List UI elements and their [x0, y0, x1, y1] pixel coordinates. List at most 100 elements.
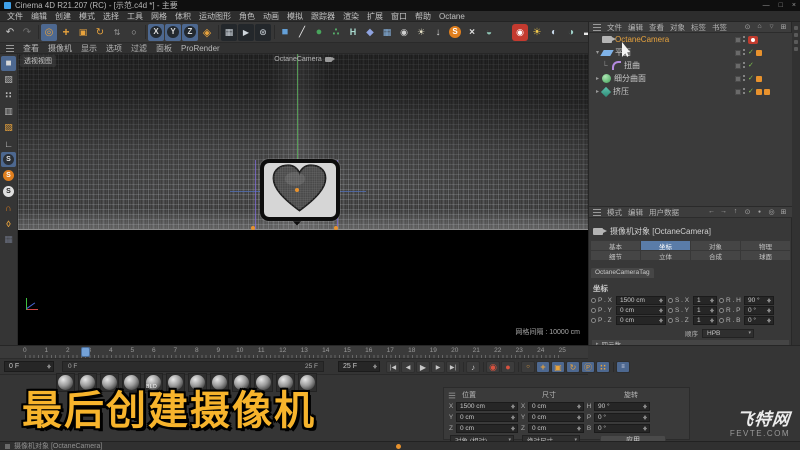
rotation-field[interactable]: 0 °: [594, 423, 650, 433]
keyframe-dot[interactable]: [668, 298, 673, 303]
add-joint-icon[interactable]: [345, 24, 361, 41]
layer-toggle[interactable]: [735, 36, 741, 43]
visibility-toggle[interactable]: [743, 35, 746, 44]
am-menu-item[interactable]: 编辑: [628, 207, 643, 218]
focus-icon[interactable]: [767, 208, 776, 216]
timeline-mode-icon[interactable]: [616, 361, 630, 373]
rotation-field[interactable]: 0 °: [744, 316, 774, 325]
menu-item[interactable]: 扩展: [363, 11, 387, 22]
menu-item[interactable]: 角色: [235, 11, 259, 22]
rotate-icon[interactable]: [92, 24, 108, 41]
phong-tag[interactable]: [755, 88, 762, 95]
add-light-icon[interactable]: [413, 24, 429, 41]
edge-mode-icon[interactable]: [1, 104, 16, 119]
play-sound-icon[interactable]: [466, 361, 480, 373]
heart-mesh-object[interactable]: [270, 163, 329, 214]
close-button[interactable]: ×: [792, 2, 796, 9]
key-pla-icon[interactable]: [596, 361, 610, 373]
menu-item[interactable]: Octane: [435, 12, 469, 21]
menu-item[interactable]: 窗口: [387, 11, 411, 22]
keyframe-dot[interactable]: [719, 308, 724, 313]
size-field[interactable]: 0 cm: [528, 401, 584, 411]
menu-item[interactable]: 文件: [3, 11, 27, 22]
enabled-check-icon[interactable]: [748, 75, 754, 83]
phong-tag[interactable]: [755, 49, 762, 56]
key-position-icon[interactable]: [536, 361, 550, 373]
texture-mode-icon[interactable]: [1, 72, 16, 87]
enabled-check-icon[interactable]: [748, 62, 754, 70]
panel-icon[interactable]: [779, 23, 788, 31]
key-parameter-icon[interactable]: [581, 361, 595, 373]
lock-icon[interactable]: [755, 208, 764, 216]
viewport-menu-item[interactable]: 选项: [106, 43, 122, 54]
tweak-mode-icon[interactable]: [109, 24, 125, 41]
visibility-toggle[interactable]: [743, 48, 746, 57]
octane-glossy-material-icon[interactable]: [563, 24, 579, 41]
right-dock-tabs[interactable]: [791, 22, 800, 345]
menu-item[interactable]: 帮助: [411, 11, 435, 22]
coord-system-icon[interactable]: [199, 24, 215, 41]
menu-item[interactable]: 工具: [123, 11, 147, 22]
keyframe-dot[interactable]: [668, 308, 673, 313]
keyframe-dot[interactable]: [591, 298, 596, 303]
lock-z-icon[interactable]: [182, 23, 198, 41]
render-settings-icon[interactable]: [255, 23, 271, 41]
enabled-check-icon[interactable]: [748, 49, 754, 57]
add-particle-icon[interactable]: [464, 24, 480, 41]
menu-item[interactable]: 体积: [171, 11, 195, 22]
keyframe-selection-icon[interactable]: [521, 361, 535, 373]
point-mode-icon[interactable]: [1, 88, 16, 103]
add-environment-icon[interactable]: [481, 24, 497, 41]
add-subdivision-icon[interactable]: [311, 24, 327, 41]
octane-camera-tag-button[interactable]: OctaneCameraTag: [591, 268, 654, 278]
rotation-order-select[interactable]: HPB: [702, 328, 754, 338]
hamburger-icon[interactable]: [6, 44, 14, 52]
search-icon[interactable]: [743, 23, 752, 31]
attribute-tab[interactable]: 细节: [591, 251, 640, 261]
redo-icon[interactable]: [19, 24, 35, 41]
scale-icon[interactable]: [75, 24, 91, 41]
add-camera-icon[interactable]: [396, 24, 412, 41]
visibility-toggle[interactable]: [743, 61, 746, 70]
rotation-field[interactable]: 0 °: [594, 412, 650, 422]
attribute-tab[interactable]: 合成: [691, 251, 740, 261]
hamburger-icon[interactable]: [448, 392, 456, 398]
position-field[interactable]: 0 cm: [616, 306, 666, 315]
prev-frame-icon[interactable]: [401, 361, 415, 373]
om-menu-item[interactable]: 书签: [712, 22, 727, 33]
move-icon[interactable]: [58, 24, 74, 41]
am-menu-item[interactable]: 用户数据: [649, 207, 679, 218]
timeline-playhead[interactable]: [80, 347, 90, 357]
om-menu-item[interactable]: 编辑: [628, 22, 643, 33]
layer-toggle[interactable]: [735, 49, 741, 56]
menu-item[interactable]: 模拟: [283, 11, 307, 22]
goto-end-icon[interactable]: [446, 361, 460, 373]
axis-handle-dot[interactable]: [334, 226, 338, 230]
render-picture-viewer-icon[interactable]: [238, 23, 254, 41]
add-volume-icon[interactable]: [362, 24, 378, 41]
preview-range-slider[interactable]: 0 F 25 F: [62, 361, 324, 372]
keyframe-dot[interactable]: [591, 308, 596, 313]
add-floor-icon[interactable]: [430, 24, 446, 41]
last-tool-icon[interactable]: [126, 24, 142, 41]
add-mograph-icon[interactable]: [328, 24, 344, 41]
live-selection-icon[interactable]: [41, 23, 57, 41]
position-field[interactable]: 0 cm: [456, 423, 518, 433]
snap-2d-icon[interactable]: [1, 184, 16, 199]
expand-arrow-icon[interactable]: [593, 75, 602, 82]
keyframe-dot[interactable]: [719, 298, 724, 303]
phong-tag[interactable]: [755, 75, 762, 82]
timeline-ruler[interactable]: 0123456789101112131415161718192021222324…: [0, 346, 588, 359]
menu-item[interactable]: 运动图形: [195, 11, 235, 22]
key-scale-icon[interactable]: [551, 361, 565, 373]
scale-field[interactable]: 1: [693, 306, 717, 315]
rotation-field[interactable]: 90 °: [594, 401, 650, 411]
viewport-3d[interactable]: 透视视图 OctaneCamera 网格间隔 : 10000 cm: [18, 54, 588, 345]
add-spline-icon[interactable]: [294, 24, 310, 41]
autokey-icon[interactable]: [501, 361, 515, 373]
goto-start-icon[interactable]: [386, 361, 400, 373]
om-menu-item[interactable]: 对象: [670, 22, 685, 33]
polygon-mode-icon[interactable]: [1, 120, 16, 135]
filter-icon[interactable]: [767, 23, 776, 31]
menu-item[interactable]: 渲染: [339, 11, 363, 22]
